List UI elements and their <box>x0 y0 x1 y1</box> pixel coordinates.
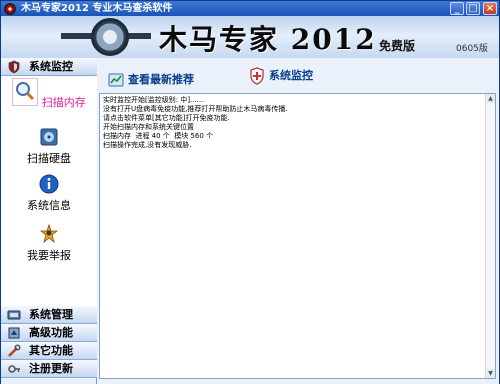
sidebar-section-register[interactable]: 注册更新 <box>1 360 97 378</box>
register-icon <box>8 365 20 373</box>
tool-label: 我要举报 <box>27 249 71 262</box>
crosshair-logo-icon <box>91 18 129 56</box>
tool-label: 系统信息 <box>27 199 71 212</box>
sidebar-section-label: 系统监控 <box>29 60 73 73</box>
view-recommend-label: 查看最新推荐 <box>128 73 194 86</box>
app-logo-icon <box>4 3 16 15</box>
log-line: 开始扫描内存和系统关键位置 <box>103 123 194 131</box>
sidebar-section-label: 其它功能 <box>29 344 73 357</box>
magnifier-icon <box>16 82 35 101</box>
banner-title: 木马专家 2012 <box>159 23 377 56</box>
maximize-button[interactable]: □ <box>466 2 480 15</box>
system-monitor-label: 系统监控 <box>269 69 313 82</box>
info-icon <box>39 174 59 194</box>
log-line: 没有打开U盘病毒免疫功能,推荐打开帮助防止木马病毒传播. <box>103 105 288 113</box>
title-bar: 木马专家2012 专业木马查杀软件 _ □ × <box>0 0 500 16</box>
scroll-up-icon[interactable]: ▲ <box>486 94 495 103</box>
log-line: 扫描操作完成,没有发现威胁. <box>103 141 192 149</box>
report-icon <box>39 223 59 244</box>
sidebar: 系统监控 扫描内存 扫描硬盘 系统信息 我要举报 系统管理 高级功能 其它功能 … <box>0 58 97 384</box>
shield-icon <box>8 60 20 74</box>
tools-icon <box>8 344 21 357</box>
scroll-down-icon[interactable]: ▼ <box>486 369 495 378</box>
view-recommend-link[interactable]: 查看最新推荐 <box>108 72 194 88</box>
log-scrollbar[interactable]: ▲ ▼ <box>485 94 495 378</box>
tool-report[interactable]: 我要举报 <box>1 223 97 263</box>
advanced-icon <box>8 327 20 339</box>
log-line: 请点击软件菜单[其它功能]打开免疫功能. <box>103 114 230 122</box>
sidebar-section-advanced[interactable]: 高级功能 <box>1 324 97 342</box>
log-line: 实时监控开始[监控级别: 中]...... <box>103 96 204 104</box>
sidebar-section-monitor[interactable]: 系统监控 <box>1 58 97 76</box>
edition-label: 免费版 <box>379 39 416 53</box>
monitor-log[interactable]: 实时监控开始[监控级别: 中]...... 没有打开U盘病毒免疫功能,推荐打开帮… <box>99 93 496 379</box>
system-manage-icon <box>7 310 21 320</box>
sidebar-section-label: 高级功能 <box>29 326 73 339</box>
window-title: 木马专家2012 专业木马查杀软件 <box>21 3 173 14</box>
sidebar-section-other[interactable]: 其它功能 <box>1 342 97 360</box>
close-button[interactable]: × <box>483 2 497 15</box>
sidebar-section-system-manage[interactable]: 系统管理 <box>1 306 97 324</box>
sidebar-section-label: 注册更新 <box>29 362 73 375</box>
tool-label: 扫描内存 <box>41 96 86 109</box>
tool-scan-disk[interactable]: 扫描硬盘 <box>1 126 97 166</box>
log-line: 扫描内存 进程 40 个 模块 560 个 <box>103 132 214 140</box>
tool-system-info[interactable]: 系统信息 <box>1 173 97 213</box>
main-panel: 查看最新推荐 系统监控 实时监控开始[监控级别: 中]...... 没有打开U盘… <box>97 58 500 384</box>
shield-cross-icon <box>250 67 264 85</box>
build-version: 0605版 <box>456 44 488 54</box>
disk-icon <box>40 128 58 146</box>
system-monitor-link[interactable]: 系统监控 <box>249 67 313 85</box>
tool-scan-memory[interactable]: 扫描内存 <box>1 78 97 110</box>
app-banner: 木马专家 2012 免费版 0605版 <box>0 16 500 58</box>
sidebar-section-label: 系统管理 <box>29 308 73 321</box>
minimize-button[interactable]: _ <box>450 2 464 15</box>
tool-label: 扫描硬盘 <box>27 152 71 165</box>
recommend-icon <box>108 73 124 87</box>
